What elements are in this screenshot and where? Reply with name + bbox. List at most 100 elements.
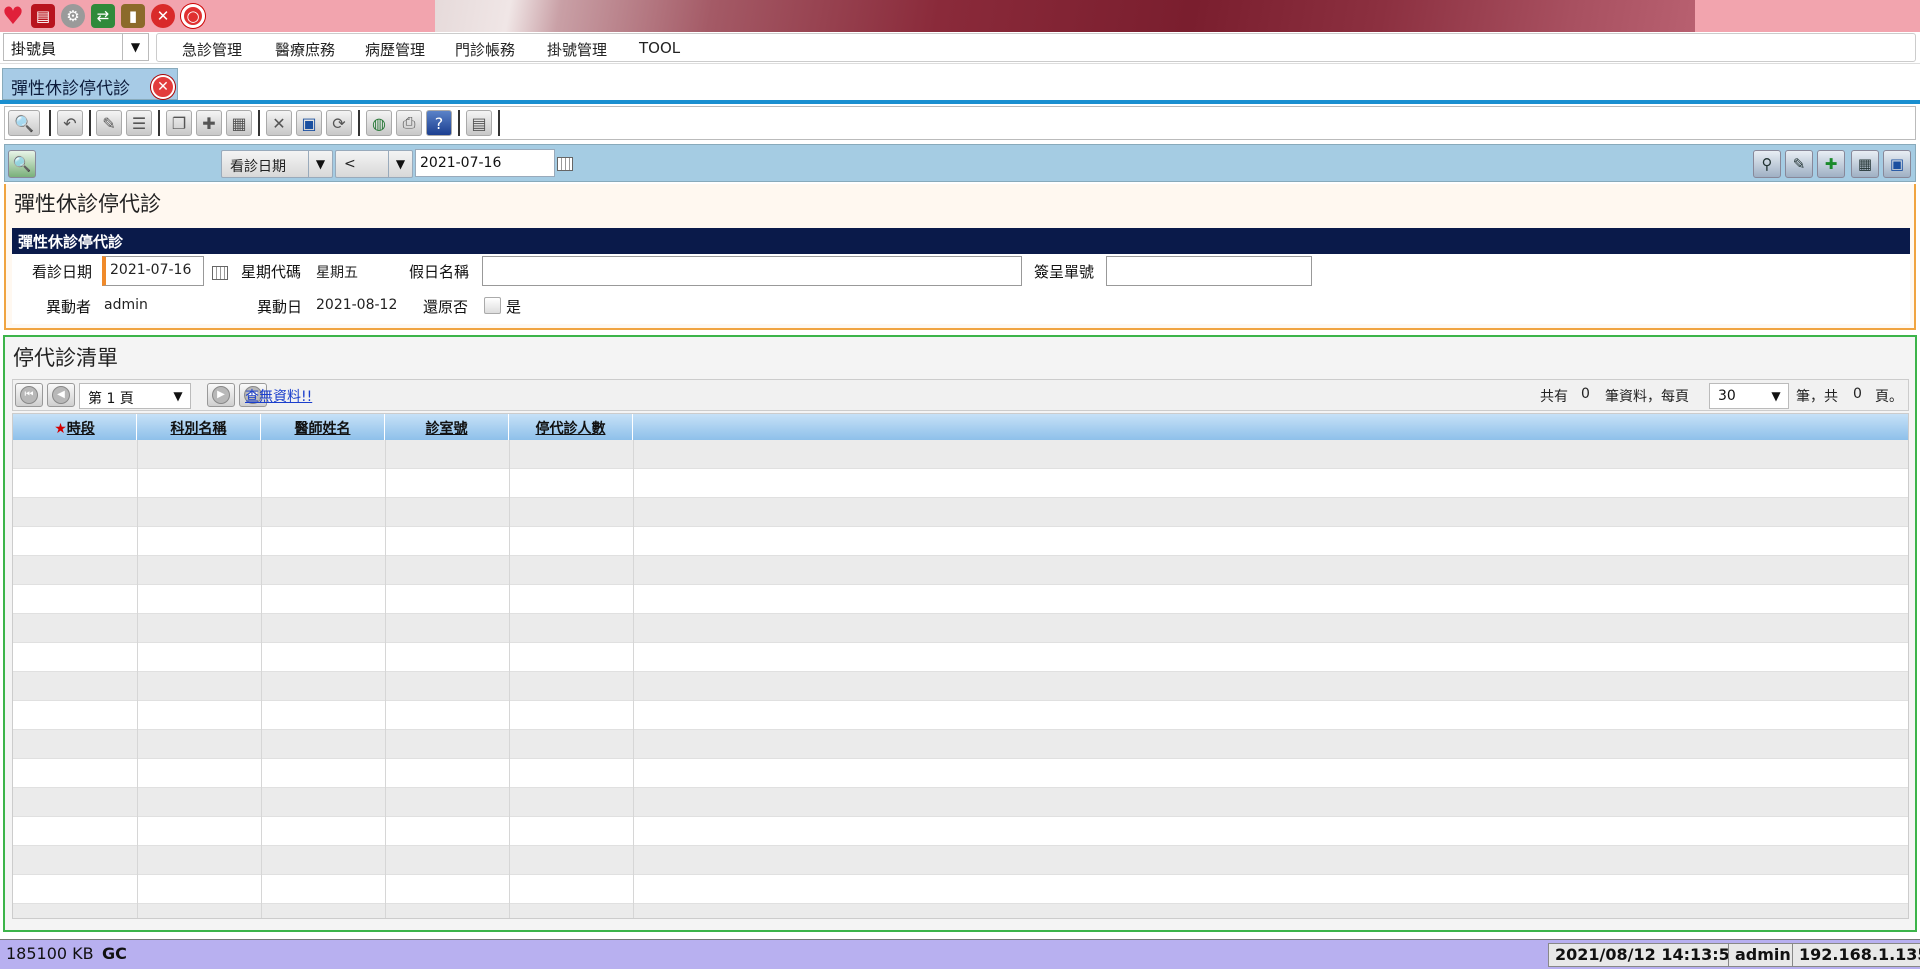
edit-icon[interactable]: ✎ (96, 110, 122, 136)
divider (258, 110, 260, 136)
prev-page-button[interactable]: ◀ (47, 383, 75, 407)
table-row[interactable] (13, 759, 1908, 788)
undo-icon[interactable]: ↶ (57, 110, 83, 136)
globe-icon[interactable]: ◍ (366, 110, 392, 136)
weekday-value: 星期五 (316, 265, 358, 281)
gc-button[interactable]: GC (96, 943, 133, 967)
refresh-icon[interactable]: ⟳ (326, 110, 352, 136)
column-header-room[interactable]: 診室號 (385, 414, 509, 440)
table-row[interactable] (13, 730, 1908, 759)
holiday-input[interactable] (482, 256, 1022, 286)
save-icon[interactable]: ▣ (296, 110, 322, 136)
first-page-button[interactable]: ⏮ (15, 383, 43, 407)
table-row[interactable] (13, 875, 1908, 904)
restore-option-label: 是 (506, 298, 522, 316)
table-row[interactable] (13, 672, 1908, 701)
table-row[interactable] (13, 904, 1908, 918)
table-row[interactable] (13, 556, 1908, 585)
column-header-period[interactable]: ★時段 (13, 414, 137, 440)
menu-emergency[interactable]: 急診管理 (182, 39, 242, 60)
list-icon[interactable]: ☰ (126, 110, 152, 136)
next-page-button[interactable]: ▶ (207, 383, 235, 407)
list-panel: 停代診清單 ⏮ ◀ 第 1 頁 ▼ ▶ ⏭ 查無資料!! 共有 0 筆資料，每頁… (3, 335, 1917, 932)
chevron-down-icon[interactable]: ▼ (308, 151, 332, 177)
calendar-icon[interactable] (557, 157, 573, 171)
page-select[interactable]: 第 1 頁 ▼ (79, 383, 191, 409)
column-label: 時段 (66, 421, 95, 437)
book-icon[interactable]: ▤ (31, 4, 55, 28)
table-row[interactable] (13, 585, 1908, 614)
chevron-down-icon[interactable]: ▼ (388, 151, 412, 177)
no-data-link[interactable]: 查無資料!! (245, 386, 312, 406)
restore-checkbox[interactable] (484, 297, 501, 314)
add-icon[interactable]: ✚ (196, 110, 222, 136)
restore-label: 還原否 (423, 298, 469, 316)
role-select[interactable]: 掛號員 ▼ (3, 33, 149, 61)
close-icon[interactable]: ✕ (151, 75, 175, 99)
table-row[interactable] (13, 469, 1908, 498)
form-section-header: 彈性休診停代診 (12, 228, 1910, 254)
print-icon[interactable]: ⎙ (396, 110, 422, 136)
table-row[interactable] (13, 846, 1908, 875)
query-date-input[interactable]: 2021-07-16 (415, 149, 555, 177)
chevron-down-icon[interactable]: ▼ (122, 34, 148, 60)
add-record-icon[interactable]: ✚ (1817, 150, 1845, 178)
menu-outpatient-billing[interactable]: 門診帳務 (455, 39, 515, 60)
status-user: admin (1728, 943, 1798, 967)
grid-divider (261, 440, 262, 918)
column-header-doctor[interactable]: 醫師姓名 (261, 414, 385, 440)
query-menu-icon[interactable]: 🔍 (8, 110, 40, 136)
heart-icon[interactable]: ♥ (1, 2, 25, 30)
broom-icon[interactable]: ✎ (1785, 150, 1813, 178)
tab-flexible-closure[interactable]: 彈性休診停代診 ✕ (2, 68, 178, 100)
table-row[interactable] (13, 788, 1908, 817)
form-section-title: 彈性休診停代診 (18, 233, 124, 251)
grid-settings-icon[interactable]: ▦ (1851, 150, 1879, 178)
menu-registration[interactable]: 掛號管理 (547, 39, 607, 60)
chart-icon[interactable]: ▮ (121, 4, 145, 28)
copy-icon[interactable]: ❐ (166, 110, 192, 136)
weekday-label: 星期代碼 (241, 263, 302, 281)
table-row[interactable] (13, 817, 1908, 846)
table-row[interactable] (13, 643, 1908, 672)
search-icon[interactable]: 🔍 (8, 150, 36, 178)
divider (89, 110, 91, 136)
title-banner: ♥ ▤ ⚙ ⇄ ▮ ✕ ○ (0, 0, 1920, 32)
pager: ⏮ ◀ 第 1 頁 ▼ ▶ ⏭ 查無資料!! 共有 0 筆資料，每頁 30 ▼ … (12, 379, 1909, 411)
insert-row-icon[interactable]: ▦ (226, 110, 252, 136)
menu-tool[interactable]: TOOL (639, 39, 680, 57)
table-row[interactable] (13, 440, 1908, 469)
help-lifebuoy-icon[interactable]: ○ (181, 4, 205, 28)
query-field-select[interactable]: 看診日期 ▼ (221, 150, 333, 178)
chevron-down-icon[interactable]: ▼ (166, 384, 190, 408)
per-page-select[interactable]: 30 ▼ (1709, 383, 1789, 409)
petition-label: 簽呈單號 (1034, 263, 1095, 281)
grid-header: ★時段 科別名稱 醫師姓名 診室號 停代診人數 (13, 414, 1908, 440)
column-header-department[interactable]: 科別名稱 (137, 414, 261, 440)
grid-divider (633, 440, 634, 918)
save-settings-icon[interactable]: ▣ (1883, 150, 1911, 178)
status-datetime: 2021/08/12 14:13:55 (1548, 943, 1748, 967)
export-icon[interactable]: ▤ (466, 110, 492, 136)
help-icon[interactable]: ? (426, 110, 452, 136)
petition-input[interactable] (1106, 256, 1312, 286)
menu-medical-affairs[interactable]: 醫療庶務 (275, 39, 335, 60)
table-row[interactable] (13, 701, 1908, 730)
table-row[interactable] (13, 614, 1908, 643)
table-row[interactable] (13, 527, 1908, 556)
table-row[interactable] (13, 498, 1908, 527)
chevron-down-icon[interactable]: ▼ (1764, 384, 1788, 408)
transfer-icon[interactable]: ⇄ (91, 4, 115, 28)
query-operator-value: < (344, 156, 356, 172)
required-star-icon: ★ (54, 421, 67, 437)
gear-icon[interactable]: ⚙ (61, 4, 85, 28)
binoculars-icon[interactable]: ⚲ (1753, 150, 1781, 178)
exit-icon[interactable]: ✕ (151, 4, 175, 28)
query-operator-select[interactable]: < ▼ (335, 150, 413, 178)
form-body: 看診日期 2021-07-16 星期代碼 星期五 假日名稱 簽呈單號 異動者 a… (12, 254, 1910, 324)
column-header-count[interactable]: 停代診人數 (509, 414, 633, 440)
calendar-icon[interactable] (212, 266, 228, 280)
visit-date-input[interactable]: 2021-07-16 (102, 256, 204, 286)
menu-records[interactable]: 病歷管理 (365, 39, 425, 60)
delete-icon[interactable]: ✕ (266, 110, 292, 136)
